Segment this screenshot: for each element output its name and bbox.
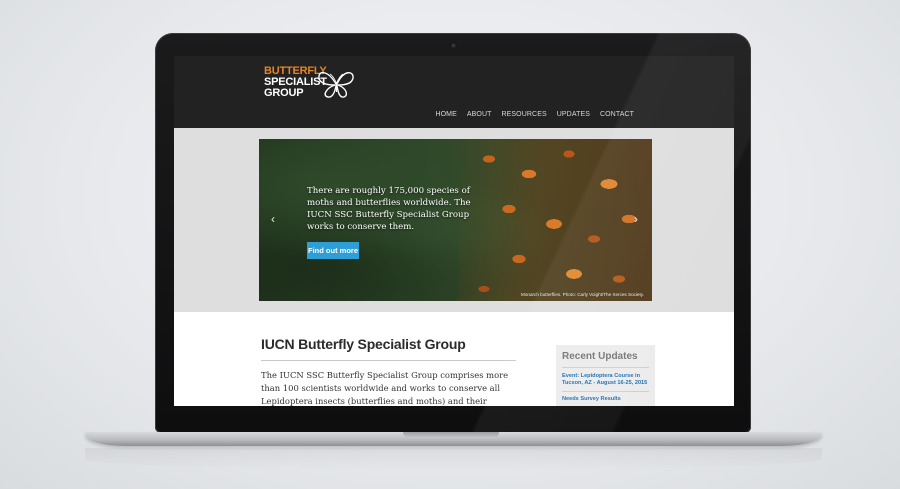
photo-caption: Monarch butterflies. Photo: Carly Voight… [521,292,644,297]
camera-icon [450,42,457,49]
main-nav: HOME ABOUT RESOURCES UPDATES CONTACT [435,111,634,118]
site-header: BUTTERFLY SPECIALIST GROUP HOME ABOUT RE… [174,56,734,128]
chevron-right-icon[interactable]: › [634,212,638,226]
chevron-left-icon[interactable]: ‹ [271,212,275,226]
nav-item-resources[interactable]: RESOURCES [501,111,546,118]
update-link[interactable]: Event: Lepidoptera Course in Tucson, AZ … [562,373,650,387]
laptop-notch [403,432,499,438]
laptop-reflection [85,448,822,470]
update-divider [562,391,649,392]
browser-screen: BUTTERFLY SPECIALIST GROUP HOME ABOUT RE… [174,56,734,406]
find-out-more-button[interactable]: Find out more [307,242,359,259]
nav-item-contact[interactable]: CONTACT [600,111,634,118]
hero-text: There are roughly 175,000 species of mot… [307,186,471,232]
intro-text: The IUCN SSC Butterfly Specialist Group … [261,370,509,406]
title-divider [261,360,516,361]
nav-item-updates[interactable]: UPDATES [557,111,590,118]
update-link[interactable]: Needs Survey Results [562,396,650,403]
nav-item-about[interactable]: ABOUT [467,111,492,118]
sidebar-divider [562,367,649,368]
recent-updates-sidebar: Recent Updates Event: Lepidoptera Course… [556,345,655,406]
butterfly-logo-icon [318,71,354,98]
sidebar-title: Recent Updates [562,351,638,362]
hero-slider[interactable]: There are roughly 175,000 species of mot… [259,139,652,301]
page-title: IUCN Butterfly Specialist Group [261,336,466,352]
nav-item-home[interactable]: HOME [435,111,456,118]
main-content: IUCN Butterfly Specialist Group The IUCN… [174,312,734,406]
